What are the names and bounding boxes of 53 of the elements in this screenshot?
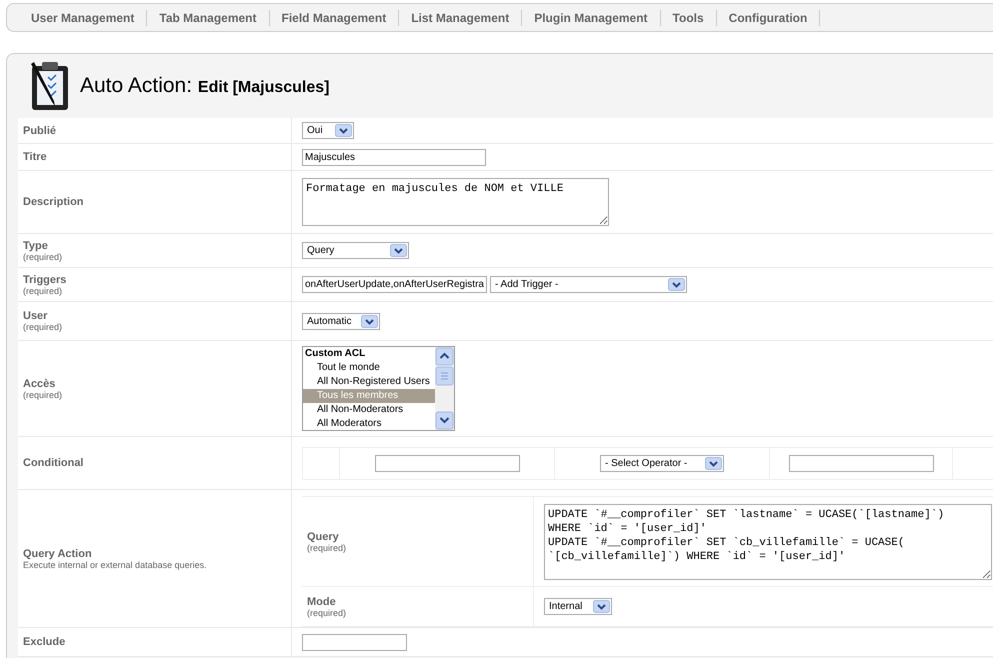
list-option[interactable]: Tout le monde xyxy=(303,361,435,375)
menu-link[interactable]: List Management xyxy=(399,10,522,26)
menu-link[interactable]: Configuration xyxy=(716,10,820,26)
description-field[interactable]: Formatage en majuscules de NOM et VILLE xyxy=(302,178,609,226)
chevron-down-icon xyxy=(593,600,610,613)
field-label: Mode xyxy=(307,596,337,608)
list-option[interactable]: All Non-Moderators xyxy=(303,403,435,417)
chevron-down-icon xyxy=(668,278,685,291)
dropdown[interactable]: - Select Operator - xyxy=(600,454,724,472)
chevron-down-icon xyxy=(361,314,378,328)
menu-link[interactable]: Plugin Management xyxy=(522,10,661,26)
required-note: (required) xyxy=(23,322,64,332)
chevron-down-icon xyxy=(705,456,722,470)
field-label: Accès xyxy=(23,378,56,390)
field-label: Titre xyxy=(23,151,48,163)
field-label: Query xyxy=(307,530,340,542)
menu-link[interactable]: User Management xyxy=(19,10,148,26)
dropdown[interactable]: Oui xyxy=(302,122,354,139)
list-group-heading[interactable]: Custom ACL xyxy=(303,347,435,361)
field-label: Description xyxy=(23,196,85,208)
field-label: Conditional xyxy=(23,457,84,469)
field-label: Publié xyxy=(23,124,58,136)
list-option[interactable]: All Non-Registered Users xyxy=(303,375,435,389)
field-description: Execute internal or external database queries. xyxy=(23,560,208,570)
dropdown[interactable]: Query xyxy=(302,242,409,259)
chevron-down-icon xyxy=(335,124,352,137)
triggers-field[interactable]: onAfterUserUpdate,onAfterUserRegistra xyxy=(302,276,487,293)
condition-field[interactable] xyxy=(374,454,520,472)
required-note: (required) xyxy=(23,252,64,262)
required-note: (required) xyxy=(307,608,348,618)
dropdown[interactable]: - Add Trigger - xyxy=(490,276,687,293)
required-note: (required) xyxy=(23,286,64,296)
page-title: Auto Action: Edit [Majuscules] xyxy=(80,74,330,98)
field-label: Triggers xyxy=(23,274,68,286)
query-field[interactable]: UPDATE `#__comprofiler` SET `lastname` = UCASE(`[lastname]`) WHERE `id` = '[user_id]' UPDATE `#__comprofiler` SET `cb_villefamille` = UCASE( `[cb_villefamille]`) WHERE `id` = '[user_id]' xyxy=(544,504,992,580)
scrollbar-drawing[interactable] xyxy=(435,347,454,430)
menu-link[interactable]: Tab Management xyxy=(147,10,270,26)
condition-value-field[interactable] xyxy=(788,454,934,472)
menu-link[interactable]: Tools xyxy=(660,10,717,26)
required-note: (required) xyxy=(307,542,348,552)
list-option[interactable]: All Moderators xyxy=(303,417,435,430)
field-label: User xyxy=(23,310,48,322)
required-note: (required) xyxy=(23,390,64,400)
text-field[interactable]: Majuscules xyxy=(302,148,486,166)
acl-listbox[interactable]: Custom ACL Tout le monde All Non-Registered Users Tous les membres All Non-Moderators All Moderators xyxy=(302,346,455,431)
field-label: Type xyxy=(23,240,49,252)
dropdown[interactable]: Internal xyxy=(544,598,612,615)
field-label: Query Action xyxy=(23,548,93,560)
menu-link[interactable]: Field Management xyxy=(270,10,400,26)
chevron-down-icon xyxy=(390,244,407,257)
field-label: Exclude xyxy=(23,636,66,648)
text-field[interactable] xyxy=(302,634,407,650)
dropdown[interactable]: Automatic xyxy=(302,312,380,330)
